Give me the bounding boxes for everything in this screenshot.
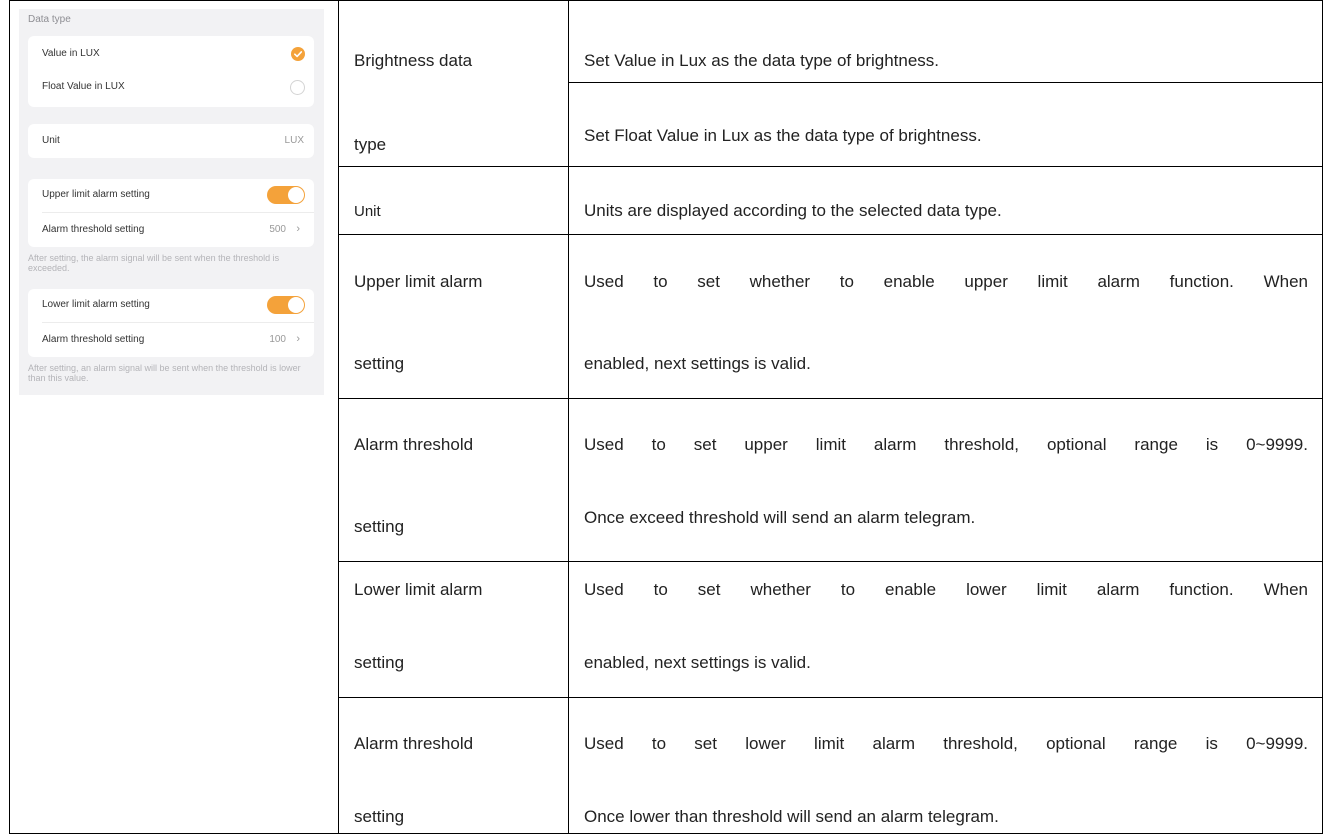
data-type-card: Value in LUX Float Value in LUX <box>28 36 314 107</box>
param-name-unit: Unit <box>354 203 381 220</box>
upper-limit-alarm-row: Upper limit alarm setting <box>28 179 314 211</box>
desc-lower-threshold-line2: Once lower than threshold will send an a… <box>584 807 999 826</box>
row-divider-lower-threshold <box>338 697 1323 698</box>
upper-limit-alarm-toggle[interactable] <box>267 186 305 204</box>
desc-upper-threshold-line2: Once exceed threshold will send an alarm… <box>584 508 976 527</box>
lower-limit-alarm-toggle[interactable] <box>267 296 305 314</box>
lower-limit-hint: After setting, an alarm signal will be s… <box>28 363 301 383</box>
desc-brightness-value: Set Value in Lux as the data type of bri… <box>584 51 940 70</box>
desc-unit: Units are displayed according to the sel… <box>584 201 1002 220</box>
param-name-upper-threshold-line1: Alarm threshold <box>354 435 474 454</box>
upper-alarm-threshold-row[interactable]: Alarm threshold setting 500 › <box>28 214 314 246</box>
column-divider-image <box>338 0 339 834</box>
radio-unchecked-icon <box>290 80 305 95</box>
upper-limit-hint: After setting, the alarm signal will be … <box>28 253 280 273</box>
toggle-knob <box>288 297 304 313</box>
lower-limit-alarm-row: Lower limit alarm setting <box>28 289 314 321</box>
param-name-upper-limit-line2: setting <box>354 354 405 373</box>
desc-upper-limit-line1: Used to set whether to enable upper limi… <box>584 272 1308 291</box>
unit-value: LUX <box>284 135 304 146</box>
unit-row: Unit LUX <box>28 125 314 157</box>
desc-upper-limit-line2: enabled, next settings is valid. <box>584 354 811 373</box>
upper-alarm-threshold-value: 500 <box>269 224 286 235</box>
checkmark-icon <box>291 47 305 61</box>
unit-label: Unit <box>42 135 60 146</box>
table-border-top <box>9 0 1323 1</box>
desc-lower-threshold-line1: Used to set lower limit alarm threshold,… <box>584 734 1308 753</box>
param-name-upper-threshold-line2: setting <box>354 517 405 536</box>
chevron-right-icon: › <box>296 223 300 235</box>
desc-lower-limit-line1: Used to set whether to enable lower limi… <box>584 580 1308 599</box>
row-divider <box>42 322 314 323</box>
row-divider <box>42 212 314 213</box>
chevron-right-icon: › <box>296 333 300 345</box>
param-name-lower-threshold-line1: Alarm threshold <box>354 734 474 753</box>
upper-limit-alarm-label: Upper limit alarm setting <box>42 189 150 200</box>
row-divider-upper-limit <box>338 234 1323 235</box>
unit-card: Unit LUX <box>28 124 314 158</box>
option-label: Float Value in LUX <box>42 81 125 92</box>
option-value-in-lux[interactable]: Value in LUX <box>28 38 314 70</box>
row-divider-unit <box>338 166 1323 167</box>
param-name-lower-limit-line1: Lower limit alarm <box>354 580 483 599</box>
upper-limit-card: Upper limit alarm setting Alarm threshol… <box>28 179 314 247</box>
lower-alarm-threshold-row[interactable]: Alarm threshold setting 100 › <box>28 324 314 356</box>
param-name-lower-threshold-line2: setting <box>354 807 405 826</box>
param-name-brightness-line2: type <box>354 135 387 154</box>
lower-alarm-threshold-label: Alarm threshold setting <box>42 334 145 345</box>
desc-upper-threshold-line1: Used to set upper limit alarm threshold,… <box>584 435 1308 454</box>
param-name-lower-limit-line2: setting <box>354 653 405 672</box>
option-label: Value in LUX <box>42 48 100 59</box>
row-divider-lower-limit <box>338 561 1323 562</box>
column-divider-name <box>568 0 569 834</box>
lower-limit-alarm-label: Lower limit alarm setting <box>42 299 150 310</box>
option-float-value-in-lux[interactable]: Float Value in LUX <box>28 71 314 103</box>
param-name-upper-limit-line1: Upper limit alarm <box>354 272 483 291</box>
table-border-left <box>9 0 10 834</box>
settings-screenshot: Data type Value in LUX Float Value in LU… <box>19 9 324 395</box>
row-divider-upper-threshold <box>338 398 1323 399</box>
lower-alarm-threshold-value: 100 <box>269 334 286 345</box>
upper-alarm-threshold-label: Alarm threshold setting <box>42 224 145 235</box>
lower-limit-card: Lower limit alarm setting Alarm threshol… <box>28 289 314 357</box>
param-name-brightness-line1: Brightness data <box>354 51 473 70</box>
desc-lower-limit-line2: enabled, next settings is valid. <box>584 653 811 672</box>
desc-brightness-float: Set Float Value in Lux as the data type … <box>584 126 982 145</box>
data-type-section-label: Data type <box>28 14 71 25</box>
toggle-knob <box>288 187 304 203</box>
row-divider-brightness-desc <box>568 82 1323 83</box>
